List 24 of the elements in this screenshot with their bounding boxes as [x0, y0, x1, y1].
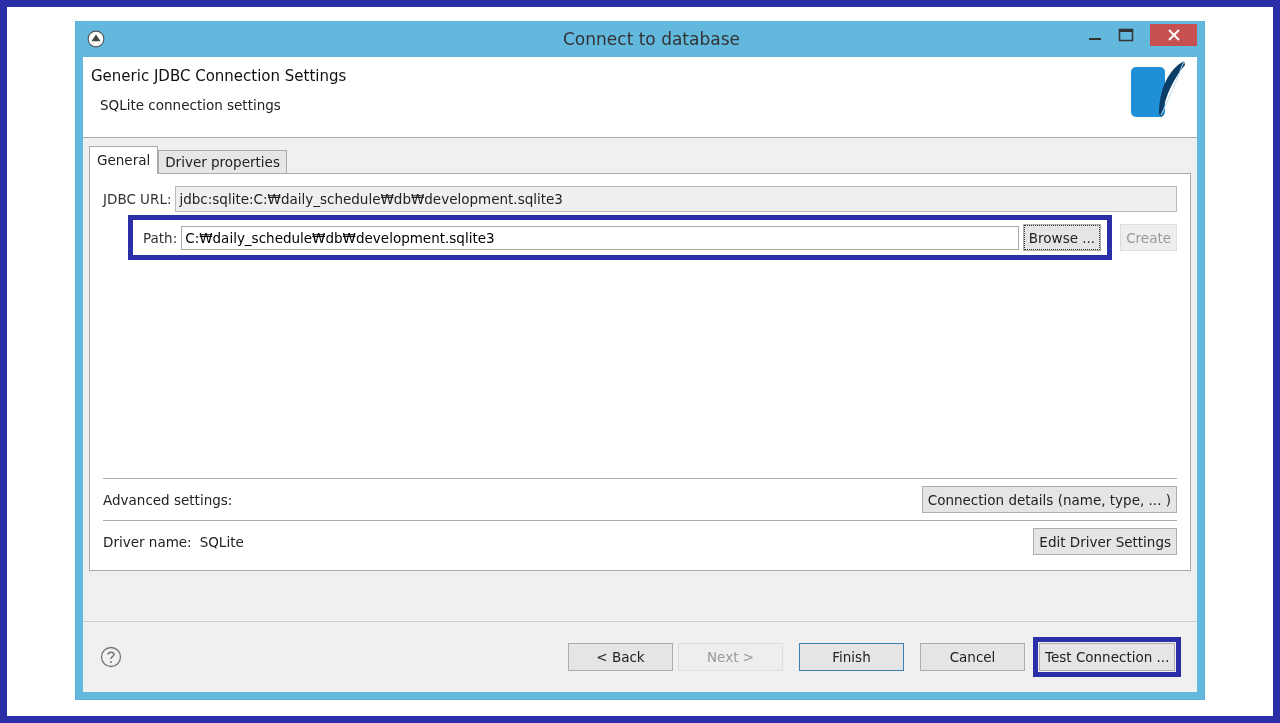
header-subtitle: SQLite connection settings — [100, 97, 282, 113]
footer-button[interactable]: Test Connection ... — [1039, 643, 1175, 671]
driver-name-label: Driver name: — [103, 533, 192, 550]
edit-driver-settings-button[interactable]: Edit Driver Settings — [1033, 528, 1177, 555]
browse-button[interactable]: Browse ... — [1022, 224, 1102, 251]
jdbc-url-field: jdbc:sqlite:C:₩daily_schedule₩db₩development.sqlite3 — [175, 186, 1177, 212]
help-icon[interactable] — [100, 646, 122, 668]
close-button[interactable] — [1150, 24, 1197, 46]
footer-button[interactable]: < Back — [568, 643, 673, 671]
app-icon — [87, 30, 105, 48]
header-title: Generic JDBC Connection Settings — [91, 67, 347, 85]
jdbc-url-label: JDBC URL: — [103, 191, 172, 207]
path-field[interactable]: C:₩daily_schedule₩db₩development.sqlite3 — [181, 225, 1019, 250]
driver-name-value: SQLite — [199, 533, 244, 550]
footer-button[interactable]: Cancel — [920, 643, 1025, 671]
advanced-settings-label: Advanced settings: — [103, 491, 233, 508]
tab[interactable]: Driver properties — [158, 150, 287, 173]
tab[interactable]: General — [89, 146, 159, 174]
path-label: Path: — [143, 229, 178, 246]
maximize-icon[interactable] — [1118, 28, 1134, 42]
footer-button[interactable]: Finish — [799, 643, 904, 671]
close-icon — [1167, 29, 1180, 41]
window-title: Connect to database — [562, 29, 741, 49]
connection-details-button[interactable]: Connection details (name, type, ... ) — [921, 486, 1177, 513]
